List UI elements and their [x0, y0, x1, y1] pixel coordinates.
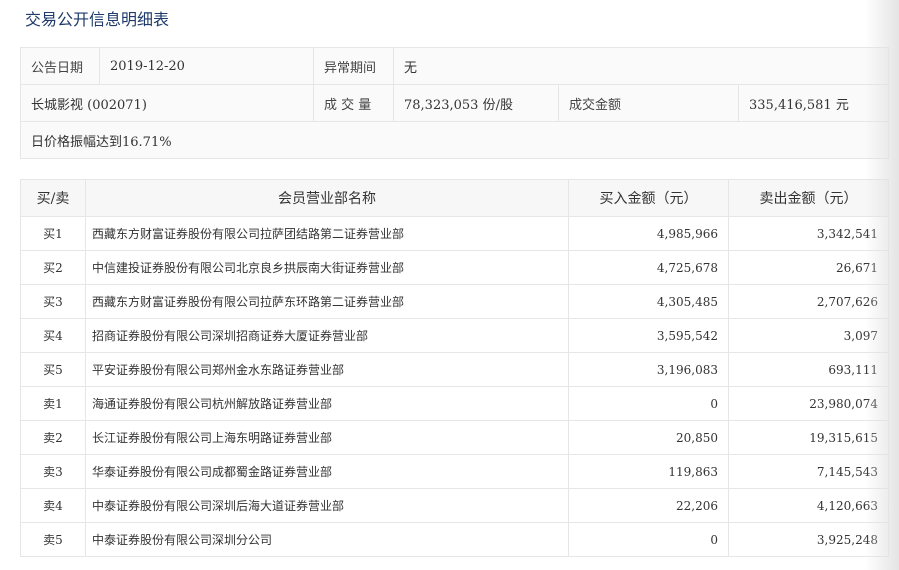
buy-amount-cell: 0: [568, 386, 729, 421]
sell-amount-cell: 3,342,541: [728, 216, 889, 251]
abnormal-period-value: 无: [392, 47, 890, 85]
side-cell: 卖1: [20, 386, 86, 421]
sell-amount-cell: 3,925,248: [728, 522, 889, 557]
table-row: 买4 招商证券股份有限公司深圳招商证券大厦证券营业部 3,595,542 3,097: [20, 318, 889, 353]
side-cell: 卖5: [20, 522, 86, 557]
header-broker-name: 会员营业部名称: [85, 179, 569, 217]
date-label: 公告日期: [20, 47, 100, 85]
side-cell: 卖3: [20, 454, 86, 489]
header-buy-amount: 买入金额（元）: [568, 179, 729, 217]
buy-amount-cell: 4,305,485: [568, 284, 729, 319]
buy-amount-cell: 4,725,678: [568, 250, 729, 285]
amount-label: 成交金额: [558, 84, 739, 122]
sell-amount-cell: 23,980,074: [728, 386, 889, 421]
sell-amount-cell: 3,097: [728, 318, 889, 353]
table-row: 买1 西藏东方财富证券股份有限公司拉萨团结路第二证券营业部 4,985,966 3,3…: [20, 216, 889, 251]
table-row: 卖4 中泰证券股份有限公司深圳后海大道证券营业部 22,206 4,120,663: [20, 488, 889, 523]
abnormal-period-label: 异常期间: [313, 47, 394, 85]
side-cell: 买5: [20, 352, 86, 387]
buy-amount-cell: 3,595,542: [568, 318, 729, 353]
amount-value: 335,416,581 元: [737, 84, 890, 122]
broker-name-cell: 西藏东方财富证券股份有限公司拉萨东环路第二证券营业部: [85, 284, 569, 319]
summary-row-stock: 长城影视 (002071) 成 交 量 78,323,053 份/股 成交金额 …: [20, 84, 890, 122]
table-row: 买2 中信建投证券股份有限公司北京良乡拱辰南大街证券营业部 4,725,678 26,…: [20, 250, 889, 285]
side-cell: 买3: [20, 284, 86, 319]
buy-amount-cell: 20,850: [568, 420, 729, 455]
volume-value: 78,323,053 份/股: [393, 84, 559, 122]
table-row: 卖5 中泰证券股份有限公司深圳分公司 0 3,925,248: [20, 522, 889, 557]
page-title: 交易公开信息明细表: [25, 10, 170, 29]
header-sell-amount: 卖出金额（元）: [728, 179, 889, 217]
buy-amount-cell: 119,863: [568, 454, 729, 489]
volume-label: 成 交 量: [313, 84, 394, 122]
summary-row-reason: 日价格振幅达到16.71%: [19, 121, 890, 159]
date-value: 2019-12-20: [99, 47, 314, 85]
table-row: 买3 西藏东方财富证券股份有限公司拉萨东环路第二证券营业部 4,305,485 2,7…: [20, 284, 889, 319]
side-cell: 买1: [20, 216, 86, 251]
table-row: 卖1 海通证券股份有限公司杭州解放路证券营业部 0 23,980,074: [20, 386, 889, 421]
listing-reason: 日价格振幅达到16.71%: [19, 121, 890, 159]
broker-name-cell: 华泰证券股份有限公司成都蜀金路证券营业部: [85, 454, 569, 489]
header-side: 买/卖: [20, 179, 86, 217]
table-row: 卖2 长江证券股份有限公司上海东明路证券营业部 20,850 19,315,615: [20, 420, 889, 455]
table-row: 买5 平安证券股份有限公司郑州金水东路证券营业部 3,196,083 693,111: [20, 352, 889, 387]
summary-table: 公告日期 2019-12-20 异常期间 无 长城影视 (002071) 成 交…: [19, 47, 890, 159]
broker-name-cell: 中信建投证券股份有限公司北京良乡拱辰南大街证券营业部: [85, 250, 569, 285]
broker-name-cell: 招商证券股份有限公司深圳招商证券大厦证券营业部: [85, 318, 569, 353]
table-row: 卖3 华泰证券股份有限公司成都蜀金路证券营业部 119,863 7,145,543: [20, 454, 889, 489]
stock-name: 长城影视 (002071): [20, 84, 314, 122]
side-cell: 卖4: [20, 488, 86, 523]
buy-amount-cell: 3,196,083: [568, 352, 729, 387]
broker-name-cell: 长江证券股份有限公司上海东明路证券营业部: [85, 420, 569, 455]
broker-name-cell: 平安证券股份有限公司郑州金水东路证券营业部: [85, 352, 569, 387]
sell-amount-cell: 693,111: [728, 352, 889, 387]
sell-amount-cell: 19,315,615: [728, 420, 889, 455]
broker-name-cell: 中泰证券股份有限公司深圳后海大道证券营业部: [85, 488, 569, 523]
buy-amount-cell: 22,206: [568, 488, 729, 523]
broker-name-cell: 中泰证券股份有限公司深圳分公司: [85, 522, 569, 557]
summary-row-date: 公告日期 2019-12-20 异常期间 无: [20, 47, 890, 85]
broker-name-cell: 海通证券股份有限公司杭州解放路证券营业部: [85, 386, 569, 421]
broker-table: 买/卖 会员营业部名称 买入金额（元） 卖出金额（元） 买1 西藏东方财富证券股份…: [20, 179, 889, 557]
table-header: 买/卖 会员营业部名称 买入金额（元） 卖出金额（元）: [20, 179, 889, 217]
sell-amount-cell: 7,145,543: [728, 454, 889, 489]
side-cell: 买2: [20, 250, 86, 285]
broker-name-cell: 西藏东方财富证券股份有限公司拉萨团结路第二证券营业部: [85, 216, 569, 251]
buy-amount-cell: 0: [568, 522, 729, 557]
side-cell: 买4: [20, 318, 86, 353]
sell-amount-cell: 26,671: [728, 250, 889, 285]
sell-amount-cell: 2,707,626: [728, 284, 889, 319]
sell-amount-cell: 4,120,663: [728, 488, 889, 523]
buy-amount-cell: 4,985,966: [568, 216, 729, 251]
side-cell: 卖2: [20, 420, 86, 455]
